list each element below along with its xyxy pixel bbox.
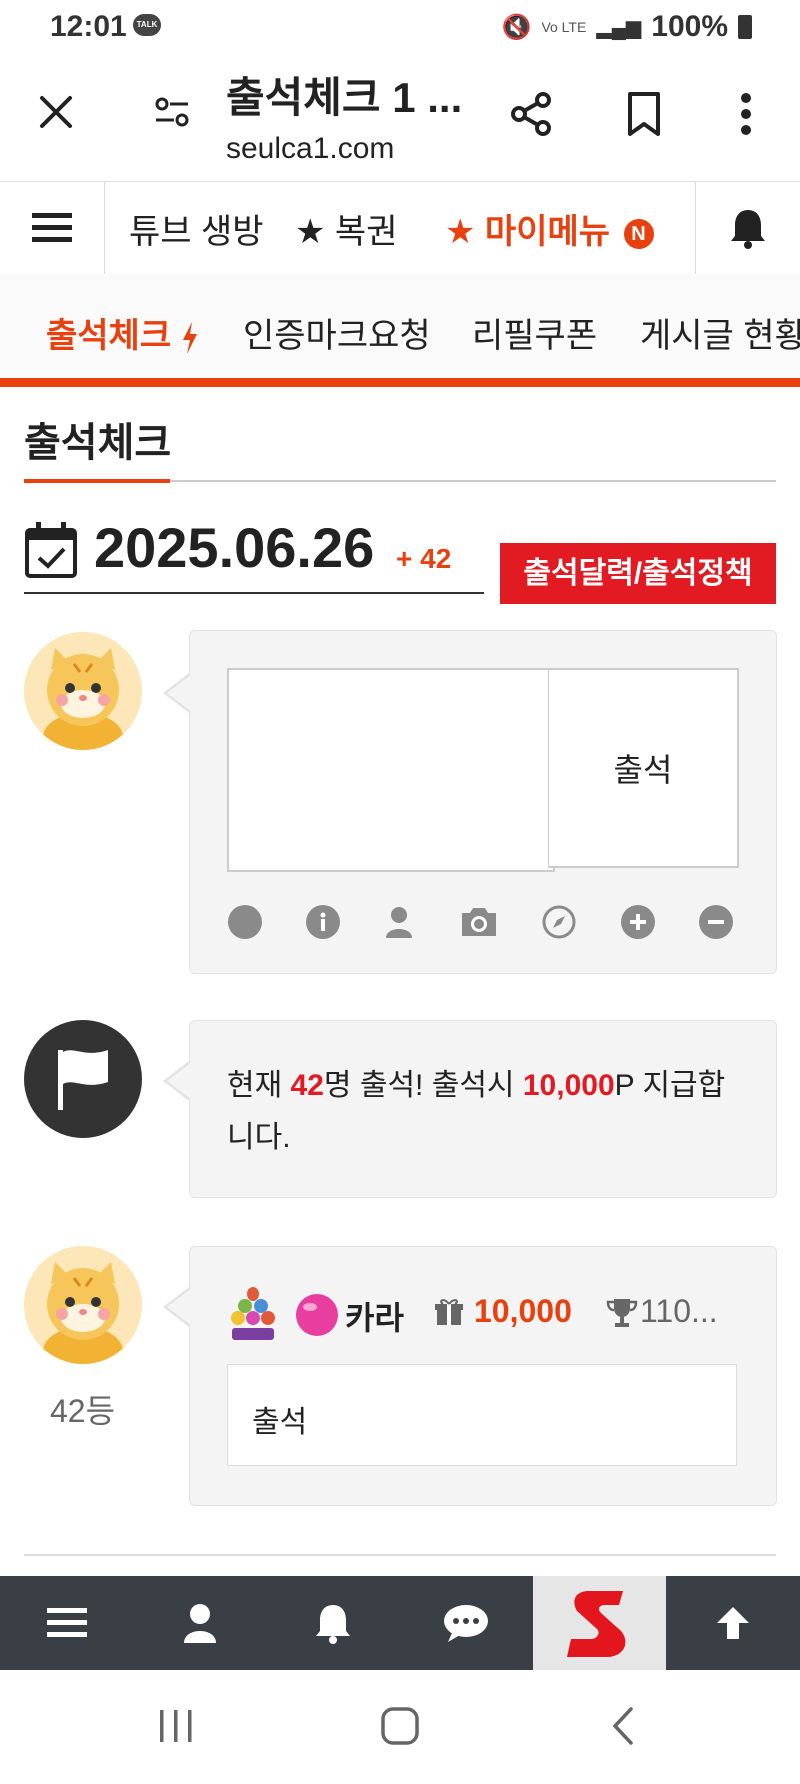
bubble-tail-3 <box>167 1289 191 1325</box>
status-bar: 12:01 TALK 🔇 Vo LTE ▂▄▆ 100% <box>0 0 800 56</box>
attendance-date: 2025.06.26 <box>94 516 375 579</box>
hamburger-menu-icon[interactable] <box>0 182 105 274</box>
sub-tabs: 출석체크 인증마크요청 리필쿠폰 게시글 현황 <box>0 274 800 387</box>
user-icon[interactable] <box>382 905 416 939</box>
mute-icon: 🔇 <box>501 13 532 41</box>
user-trophy-count: 110... <box>640 1293 718 1329</box>
battery-text: 100% <box>651 10 728 43</box>
new-badge: N <box>623 219 654 250</box>
notice-count: 42 <box>290 1069 324 1102</box>
bookmark-icon[interactable] <box>618 86 670 142</box>
scroll-top-icon[interactable] <box>666 1576 799 1670</box>
date-count: + 42 <box>396 543 452 574</box>
plus-circle-icon[interactable] <box>621 905 655 939</box>
entry-comment: 출석 <box>227 1364 737 1466</box>
attendance-comment-input[interactable] <box>227 668 555 872</box>
flag-icon <box>24 1020 142 1138</box>
close-icon[interactable] <box>30 86 82 138</box>
bubble-tail-2 <box>167 1063 191 1099</box>
tab-certification-request[interactable]: 인증마크요청 <box>243 308 431 357</box>
site-settings-icon[interactable] <box>146 86 198 138</box>
emoticon-icon[interactable] <box>228 905 262 939</box>
entry-avatar[interactable] <box>24 1246 142 1364</box>
home-icon[interactable] <box>374 1700 426 1752</box>
bottom-user-icon[interactable] <box>133 1576 266 1670</box>
gift-icon <box>434 1297 464 1332</box>
system-navigation-bar <box>0 1670 800 1784</box>
url-text[interactable]: seulca1.com <box>226 132 394 166</box>
my-menu-label: ★ 마이메뉴 <box>445 213 611 251</box>
network-indicator: Vo LTE <box>541 19 587 35</box>
calendar-check-icon <box>24 520 78 585</box>
tab-attendance-label: 출석체크 <box>46 317 172 355</box>
tab-post-status[interactable]: 게시글 현황 <box>640 308 800 357</box>
camera-icon[interactable] <box>458 905 500 939</box>
compass-icon[interactable] <box>542 905 576 939</box>
notice-middle: 명 출석! 출석시 <box>323 1069 523 1102</box>
more-options-icon[interactable] <box>726 86 766 142</box>
tab-attendance[interactable]: 출석체크 <box>46 308 199 357</box>
section-heading: 출석체크 <box>24 421 172 465</box>
date-underline <box>24 592 484 594</box>
lightning-icon <box>181 317 199 355</box>
signal-icon: ▂▄▆ <box>596 16 642 39</box>
bottom-toolbar <box>0 1576 800 1670</box>
bubble-tail <box>167 675 191 711</box>
bottom-chat-icon[interactable] <box>399 1576 532 1670</box>
minus-circle-icon[interactable] <box>699 905 733 939</box>
section-divider <box>24 1554 776 1556</box>
level-badge-icon <box>228 1284 278 1351</box>
avatar <box>24 632 142 750</box>
attendance-calendar-button[interactable]: 출석달력/출석정책 <box>500 543 776 604</box>
attendance-notice: 현재 42명 출석! 출석시 10,000P 지급합니다. <box>227 1060 747 1164</box>
heading-accent-bar <box>24 479 170 483</box>
talk-notification-icon: TALK <box>133 14 161 36</box>
page-title: 출석체크 1 ... <box>226 74 463 121</box>
trophy-icon <box>606 1296 638 1333</box>
info-icon[interactable] <box>306 905 340 939</box>
recent-apps-icon[interactable] <box>150 1700 202 1752</box>
notice-points: 10,000 <box>522 1069 615 1102</box>
battery-icon <box>738 15 752 39</box>
back-icon[interactable] <box>598 1700 650 1752</box>
header-scroll-menu: 튜브 생방 ★ 복권 ★ 마이메뉴 N <box>105 182 695 274</box>
user-points: 10,000 <box>474 1293 572 1329</box>
site-logo[interactable] <box>533 1576 666 1670</box>
user-nickname[interactable]: 카라 <box>345 1293 404 1339</box>
header-item-my-menu[interactable]: ★ 마이메뉴 N <box>445 204 654 253</box>
status-right: 🔇 Vo LTE ▂▄▆ 100% <box>502 10 752 44</box>
bottom-menu-icon[interactable] <box>0 1576 133 1670</box>
pink-gem-icon <box>294 1292 340 1343</box>
attendance-rank: 42등 <box>50 1393 116 1429</box>
notice-prefix: 현재 <box>227 1069 291 1102</box>
browser-toolbar: 출석체크 1 ... seulca1.com <box>0 56 800 180</box>
site-header: 튜브 생방 ★ 복권 ★ 마이메뉴 N <box>0 181 800 275</box>
entry-comment-text: 출석 <box>252 1406 308 1439</box>
header-item-tube-live[interactable]: 튜브 생방 <box>129 204 264 253</box>
attendance-submit-button[interactable]: 출석 <box>548 668 739 868</box>
tab-refill-coupon[interactable]: 리필쿠폰 <box>472 308 597 357</box>
status-time: 12:01 <box>50 10 127 43</box>
share-icon[interactable] <box>504 86 560 142</box>
header-item-lottery[interactable]: ★ 복권 <box>295 204 398 253</box>
bottom-bell-icon[interactable] <box>266 1576 399 1670</box>
notification-bell-icon[interactable] <box>695 182 800 274</box>
